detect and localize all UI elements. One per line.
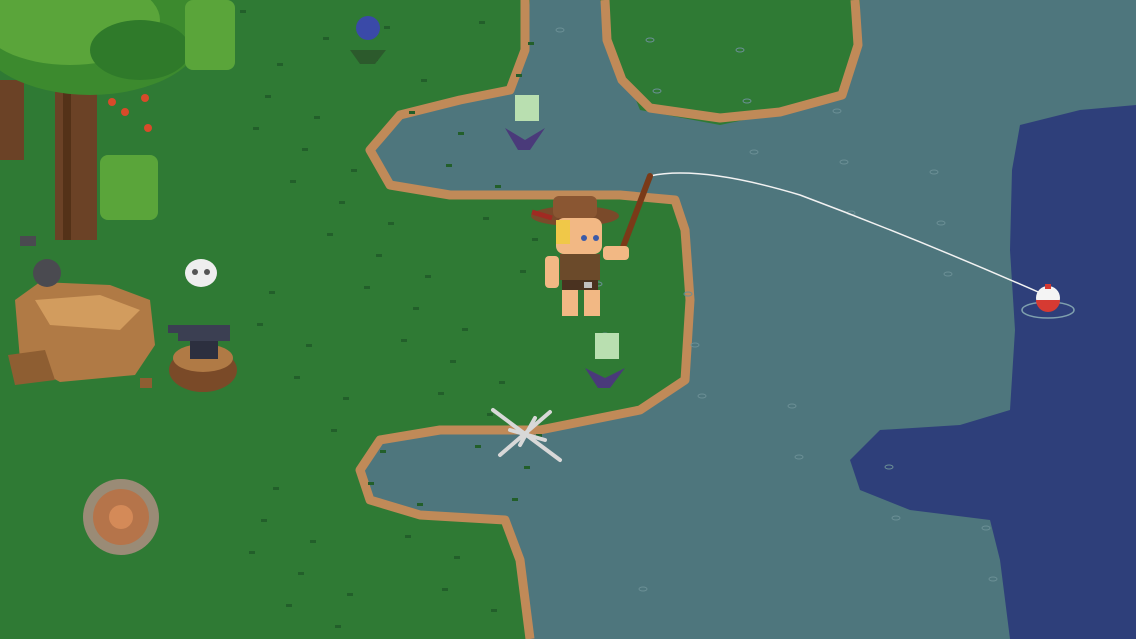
grass-tuft — [323, 37, 329, 40]
grass-tuft — [524, 466, 530, 469]
grass-tuft — [413, 307, 419, 310]
grass-tuft — [298, 572, 304, 575]
grass-tuft — [516, 74, 522, 77]
bush — [185, 0, 235, 70]
grass-tuft — [425, 275, 431, 278]
grass-tuft — [257, 323, 263, 326]
grass-tuft — [327, 233, 333, 236]
grass-tuft — [454, 556, 460, 559]
game-scene[interactable] — [0, 0, 1136, 639]
grass-tuft — [458, 132, 464, 135]
grass-tuft — [269, 291, 275, 294]
grass-tuft — [462, 328, 468, 331]
grass-tuft — [294, 376, 300, 379]
grass-tuft — [499, 381, 505, 384]
game-world[interactable] — [0, 0, 1136, 639]
grass-tuft — [376, 254, 382, 257]
grass-tuft — [351, 169, 357, 172]
grass-tuft — [331, 429, 337, 432]
anvil-on-stump[interactable] — [168, 325, 237, 392]
grass-tuft — [417, 503, 423, 506]
grass-tuft — [491, 609, 497, 612]
grass-tuft — [277, 63, 283, 66]
campfire-pit[interactable] — [83, 479, 159, 555]
grass-tuft — [335, 625, 341, 628]
grass-tuft — [479, 21, 485, 24]
grass-tuft — [483, 217, 489, 220]
grass-tuft — [388, 222, 394, 225]
grass-tuft — [286, 604, 292, 607]
dark-rock — [20, 236, 36, 246]
grass-tuft — [512, 498, 518, 501]
grass-tuft — [249, 551, 255, 554]
grass-tuft — [306, 344, 312, 347]
grass-tuft — [380, 450, 386, 453]
boulder[interactable] — [8, 282, 155, 385]
grass-tuft — [442, 588, 448, 591]
grass-tuft — [343, 397, 349, 400]
grass-tuft — [265, 95, 271, 98]
grass-tuft — [528, 42, 534, 45]
grass-tuft — [446, 164, 452, 167]
skull-icon[interactable] — [185, 259, 217, 287]
grass-tuft — [364, 286, 370, 289]
grass-tuft — [314, 116, 320, 119]
grass-tuft — [273, 487, 279, 490]
grass-tuft — [421, 79, 427, 82]
grass-tuft — [450, 360, 456, 363]
grass-tuft — [520, 270, 526, 273]
grass-tuft — [475, 445, 481, 448]
grass-tuft — [487, 413, 493, 416]
grass-tuft — [339, 201, 345, 204]
grass-tuft — [401, 339, 407, 342]
pebble — [140, 378, 152, 388]
grass-tuft — [384, 26, 390, 29]
grass-tuft — [302, 148, 308, 151]
grass-tuft — [240, 10, 246, 13]
grass-tuft — [347, 593, 353, 596]
grass-tuft — [290, 180, 296, 183]
grass-tuft — [409, 111, 415, 114]
grass-tuft — [532, 238, 538, 241]
grass-tuft — [261, 519, 267, 522]
grass-tuft — [368, 482, 374, 485]
grass-tuft — [253, 127, 259, 130]
grass-tuft — [438, 392, 444, 395]
grass-tuft — [310, 540, 316, 543]
grass-tuft — [405, 535, 411, 538]
bush — [100, 155, 158, 220]
dark-rock — [33, 259, 61, 287]
grass-tuft — [495, 185, 501, 188]
